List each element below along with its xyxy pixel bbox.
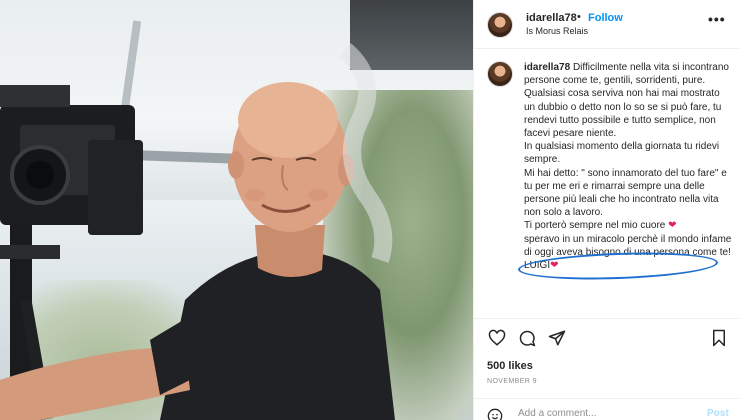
caption-line-3: In qualsiasi momento della giornata tu r… [524, 141, 720, 166]
foreground-blur [338, 43, 393, 263]
comment-divider [474, 398, 740, 399]
caption-line-1: idarella78 Difficilmente nella vita si i… [524, 61, 732, 87]
header-username[interactable]: idarella78 [526, 12, 577, 24]
caption-line-4: Mi hai detto: " sono innamorato del tuo … [524, 167, 727, 219]
caption-highlight-line: Ti porterò sempre nel mio cuore ❤ [524, 219, 732, 232]
follow-button[interactable]: Follow [588, 12, 623, 24]
header-divider [474, 48, 740, 49]
post-side-panel: idarella78 • Follow Is Morus Relais ••• … [473, 0, 740, 420]
caption-username[interactable]: idarella78 [524, 62, 570, 73]
caption-line-2: Qualsiasi cosa serviva non hai mai mostr… [524, 88, 722, 140]
post-date[interactable]: NOVEMBER 9 [487, 378, 537, 385]
header-avatar[interactable] [487, 12, 513, 38]
comment-input[interactable] [518, 408, 688, 419]
caption-tail-line: speravo in un miracolo perchè il mondo i… [524, 233, 732, 273]
actions-divider [474, 318, 740, 319]
more-options-icon[interactable]: ••• [708, 11, 726, 27]
heart-emoji-icon: ❤ [668, 220, 677, 232]
share-icon[interactable] [548, 329, 566, 347]
header-location[interactable]: Is Morus Relais [526, 26, 588, 36]
post-photo[interactable] [0, 0, 473, 420]
likes-count[interactable]: 500 likes [487, 360, 533, 372]
caption-avatar[interactable] [487, 61, 513, 87]
caption: idarella78 Difficilmente nella vita si i… [524, 61, 732, 272]
header-separator: • [577, 11, 581, 23]
emoji-icon[interactable] [487, 408, 503, 420]
heart-emoji-icon-2: ❤ [550, 260, 559, 272]
post-comment-button[interactable]: Post [707, 408, 729, 419]
bookmark-icon[interactable] [710, 329, 728, 347]
photo-subject [0, 43, 395, 420]
comment-icon[interactable] [518, 329, 536, 347]
caption-highlight-text: Ti porterò sempre nel mio cuore [524, 220, 666, 232]
heart-icon[interactable] [488, 329, 506, 347]
